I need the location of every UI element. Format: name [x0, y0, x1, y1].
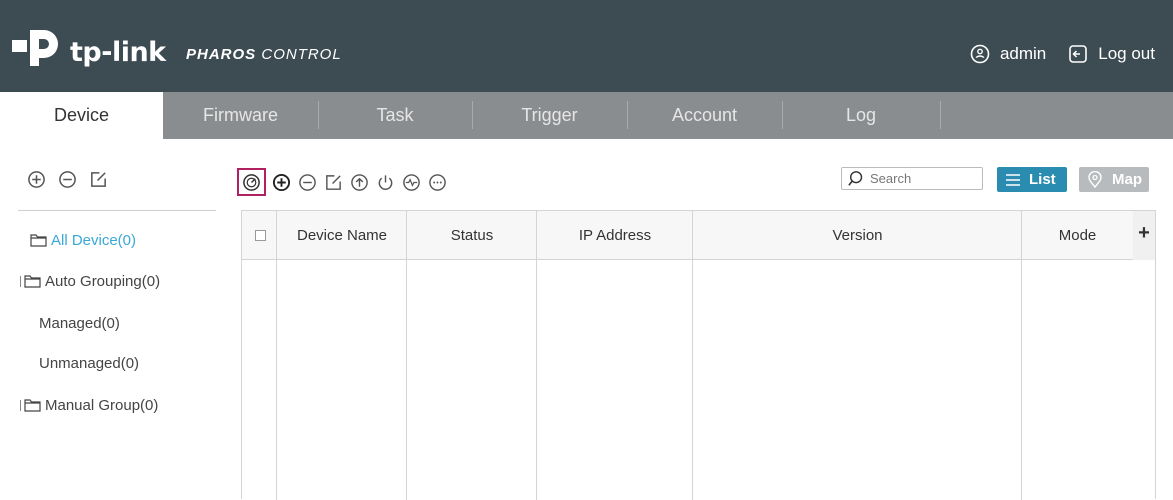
search-placeholder: Search	[870, 171, 912, 186]
remove-group-icon[interactable]	[58, 170, 77, 189]
main-tab-bar: Device Firmware Task Trigger Account Log	[0, 92, 1173, 139]
logout-icon[interactable]	[1068, 44, 1088, 64]
expand-marker[interactable]	[20, 400, 21, 411]
list-icon	[1006, 173, 1020, 186]
edit-device-icon[interactable]	[324, 173, 343, 192]
tab-device[interactable]: Device	[0, 92, 163, 139]
logout-link[interactable]: Log out	[1098, 44, 1155, 64]
top-header: tp-link PHAROS CONTROL admin Log out	[0, 0, 1173, 92]
tab-task[interactable]: Task	[318, 92, 472, 139]
device-table: Device Name Status IP Address Version Mo…	[241, 210, 1156, 500]
folder-icon	[24, 399, 41, 412]
tree-item-label: All Device(0)	[51, 232, 137, 249]
remove-device-icon[interactable]	[298, 173, 317, 192]
upgrade-icon[interactable]	[350, 173, 369, 192]
search-input[interactable]: Search	[841, 167, 983, 190]
table-column	[242, 211, 277, 500]
power-icon[interactable]	[376, 173, 395, 192]
folder-icon	[24, 275, 41, 288]
tab-account[interactable]: Account	[627, 92, 782, 139]
product-name-bold: PHAROS	[186, 46, 257, 63]
tree-item-label: Managed(0)	[39, 315, 120, 332]
user-area: admin Log out	[970, 44, 1155, 64]
discover-icon[interactable]	[242, 173, 261, 192]
discover-button-highlight[interactable]	[237, 168, 266, 196]
tree-item-auto-grouping[interactable]: Auto Grouping(0)	[20, 273, 160, 290]
more-icon[interactable]	[428, 173, 447, 192]
list-view-label: List	[1029, 171, 1056, 188]
select-all-checkbox[interactable]	[255, 230, 266, 241]
product-name: PHAROS CONTROL	[186, 46, 342, 63]
tree-item-label: Manual Group(0)	[45, 397, 159, 414]
tab-trigger[interactable]: Trigger	[472, 92, 627, 139]
column-header-ip-address[interactable]: IP Address	[537, 211, 693, 260]
tree-item-managed[interactable]: Managed(0)	[39, 315, 120, 332]
tab-firmware[interactable]: Firmware	[163, 92, 318, 139]
tree-item-label: Auto Grouping(0)	[45, 273, 161, 290]
column-header-mode[interactable]: Mode	[1022, 211, 1133, 260]
map-pin-icon	[1088, 171, 1102, 188]
monitor-icon[interactable]	[402, 173, 421, 192]
column-header-status[interactable]: Status	[407, 211, 537, 260]
user-icon	[970, 44, 990, 64]
tree-item-manual-group[interactable]: Manual Group(0)	[20, 397, 158, 414]
tp-link-logo-icon	[12, 30, 58, 66]
left-divider	[18, 210, 216, 211]
user-name-link[interactable]: admin	[1000, 44, 1046, 64]
map-view-label: Map	[1112, 171, 1142, 188]
tree-item-all-device[interactable]: All Device(0)	[30, 232, 136, 249]
expand-marker[interactable]	[20, 276, 21, 287]
product-name-light: CONTROL	[256, 46, 342, 63]
add-device-icon[interactable]	[272, 173, 291, 192]
device-toolbar	[237, 168, 454, 196]
tree-item-label: Unmanaged(0)	[39, 355, 140, 372]
tree-item-unmanaged[interactable]: Unmanaged(0)	[39, 355, 139, 372]
brand-name: tp-link	[70, 37, 166, 68]
tab-log[interactable]: Log	[782, 92, 940, 139]
add-column-button[interactable]: +	[1133, 211, 1155, 260]
column-header-version[interactable]: Version	[693, 211, 1022, 260]
column-header-device-name[interactable]: Device Name	[277, 211, 407, 260]
search-icon	[848, 170, 863, 186]
group-toolbar	[27, 170, 108, 189]
list-view-button[interactable]: List	[997, 167, 1067, 192]
map-view-button[interactable]: Map	[1079, 167, 1149, 192]
add-group-icon[interactable]	[27, 170, 46, 189]
edit-group-icon[interactable]	[89, 170, 108, 189]
tab-separator	[940, 101, 941, 129]
folder-icon	[30, 234, 47, 247]
